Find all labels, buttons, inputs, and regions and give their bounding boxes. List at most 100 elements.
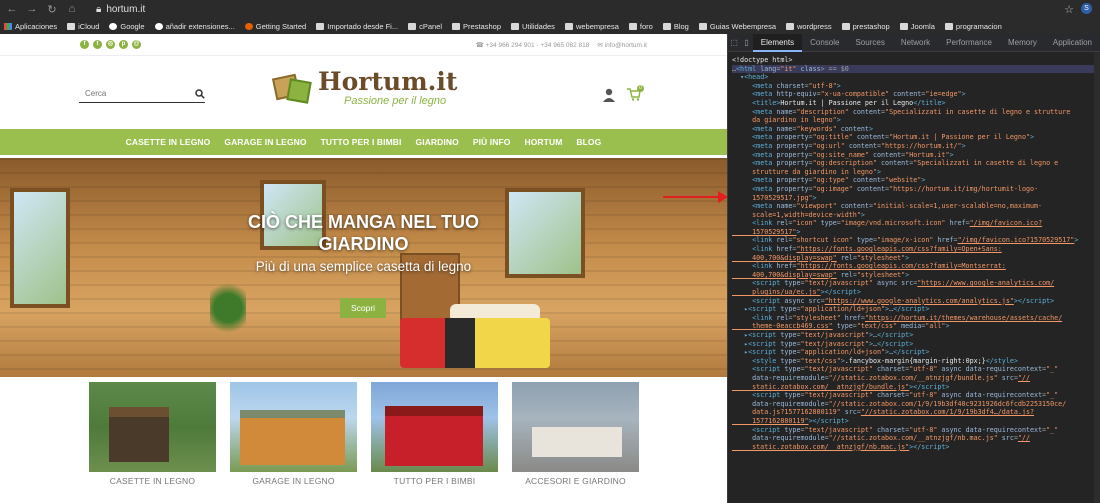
dom-tree[interactable]: <!doctype html> …<html lang="it" class> … xyxy=(728,52,1100,451)
main-nav: CASETTE IN LEGNO GARAGE IN LEGNO TUTTO P… xyxy=(0,129,727,155)
tab-application[interactable]: Application xyxy=(1045,34,1100,52)
bookmark-item[interactable]: Importado desde Fi... xyxy=(316,22,398,31)
bookmark-item[interactable]: añadir extensiones... xyxy=(154,22,235,31)
category-card[interactable]: TUTTO PER I BIMBI xyxy=(371,382,498,486)
browser-chrome: ← → ↻ ⌂ 🔒︎ hortum.it ☆ S Aplicaciones iC… xyxy=(0,0,1100,34)
hero-cta-button[interactable]: Scopri xyxy=(340,298,386,318)
address-bar[interactable]: 🔒︎ hortum.it xyxy=(96,4,145,15)
devtools-tabs: ⬚ ▯ Elements Console Sources Network Per… xyxy=(728,33,1100,52)
nav-item-garage[interactable]: GARAGE IN LEGNO xyxy=(224,137,306,147)
search-icon[interactable] xyxy=(195,88,205,99)
bookmark-item[interactable]: Prestashop xyxy=(452,22,501,31)
bookmark-item[interactable]: programacion xyxy=(944,22,1002,31)
cart-count-badge: 0 xyxy=(637,85,644,92)
bookmark-item[interactable]: Google xyxy=(109,22,145,31)
website-viewport: f t ◎ p @ ☎ +34 966 294 901 · +34 965 08… xyxy=(0,34,727,503)
annotation-arrow xyxy=(663,191,728,203)
hero-plant xyxy=(210,278,246,338)
reload-icon[interactable]: ↻ xyxy=(46,3,58,16)
top-bar: f t ◎ p @ ☎ +34 966 294 901 · +34 965 08… xyxy=(0,34,727,56)
extension-icon[interactable]: S xyxy=(1081,3,1092,14)
category-grid: CASETTE IN LEGNO GARAGE IN LEGNO TUTTO P… xyxy=(0,382,727,486)
site-header: Hortum.it Passione per il legno 0 xyxy=(0,56,727,129)
bookmark-item[interactable]: foro xyxy=(628,22,653,31)
folder-icon xyxy=(628,22,637,30)
folder-icon xyxy=(786,22,794,30)
inspect-icon[interactable]: ⬚ xyxy=(728,38,740,47)
folder-icon xyxy=(511,22,519,30)
hero-subtitle: Più di una semplice casetta di legno xyxy=(255,259,472,274)
nav-item-blog[interactable]: BLOG xyxy=(576,137,601,147)
category-card[interactable]: CASETTE IN LEGNO xyxy=(89,382,216,486)
address-row: ← → ↻ ⌂ 🔒︎ hortum.it xyxy=(0,0,1100,18)
phone-numbers[interactable]: ☎ +34 966 294 901 · +34 965 082 818 xyxy=(476,41,590,49)
pinterest-icon[interactable]: p xyxy=(119,40,128,49)
hero-banner: CIÒ CHE MANGA NEL TUO GIARDINO Più di un… xyxy=(0,158,727,377)
tab-sources[interactable]: Sources xyxy=(847,34,892,52)
category-image xyxy=(371,382,498,472)
bookmark-item[interactable]: prestashop xyxy=(841,22,890,31)
contact-info: ☎ +34 966 294 901 · +34 965 082 818 ✉ in… xyxy=(476,41,647,49)
bookmark-star-icon[interactable]: ☆ xyxy=(1064,3,1074,16)
folder-icon xyxy=(944,22,953,30)
search-box xyxy=(79,85,205,103)
nav-item-bimbi[interactable]: TUTTO PER I BIMBI xyxy=(321,137,402,147)
nav-item-giardino[interactable]: GIARDINO xyxy=(416,137,459,147)
hero-title: CIÒ CHE MANGA NEL TUO GIARDINO xyxy=(247,212,479,254)
folder-icon xyxy=(408,22,417,30)
tab-network[interactable]: Network xyxy=(893,34,938,52)
bookmark-item[interactable]: wordpress xyxy=(786,22,832,31)
bookmark-item[interactable]: Getting Started xyxy=(244,22,306,31)
logo-title: Hortum.it xyxy=(318,67,458,96)
instagram-icon[interactable]: ◎ xyxy=(106,40,115,49)
category-image xyxy=(89,382,216,472)
tab-elements[interactable]: Elements xyxy=(752,33,803,52)
tab-console[interactable]: Console xyxy=(802,34,847,52)
social-links: f t ◎ p @ xyxy=(80,40,141,49)
user-icon[interactable] xyxy=(603,88,615,102)
device-toggle-icon[interactable]: ▯ xyxy=(740,38,752,47)
devtools-scrollbar[interactable] xyxy=(1094,52,1100,503)
bookmark-item[interactable]: webempresa xyxy=(564,22,619,31)
bookmarks-bar: Aplicaciones iCloud Google añadir extens… xyxy=(0,18,1100,34)
bookmark-item[interactable]: Utilidades xyxy=(511,22,555,31)
nav-item-info[interactable]: PIÙ INFO xyxy=(473,137,511,147)
forward-icon[interactable]: → xyxy=(26,3,38,15)
nav-item-casette[interactable]: CASETTE IN LEGNO xyxy=(126,137,211,147)
tab-memory[interactable]: Memory xyxy=(1000,34,1045,52)
tab-performance[interactable]: Performance xyxy=(938,34,1000,52)
site-logo[interactable]: Hortum.it Passione per il legno xyxy=(271,67,458,108)
logo-mark xyxy=(271,68,314,108)
folder-icon xyxy=(698,22,707,30)
folder-icon xyxy=(841,22,850,30)
facebook-icon[interactable]: f xyxy=(80,40,89,49)
url-text: hortum.it xyxy=(106,3,146,15)
logo-tagline: Passione per il legno xyxy=(344,95,447,107)
devtools-panel: ⬚ ▯ Elements Console Sources Network Per… xyxy=(727,33,1100,503)
home-icon[interactable]: ⌂ xyxy=(66,3,78,15)
search-input[interactable] xyxy=(79,89,179,98)
email-link[interactable]: ✉ info@hortum.it xyxy=(597,41,647,49)
category-card[interactable]: GARAGE IN LEGNO xyxy=(230,382,357,486)
bookmark-item[interactable]: Joomla xyxy=(899,22,935,31)
category-card[interactable]: ACCESORI E GIARDINO xyxy=(512,382,639,486)
folder-icon xyxy=(564,22,573,30)
twitter-icon[interactable]: t xyxy=(93,40,102,49)
nav-item-hortum[interactable]: HORTUM xyxy=(524,137,562,147)
category-image xyxy=(512,382,639,472)
hero-bed xyxy=(400,318,550,368)
back-icon[interactable]: ← xyxy=(6,3,18,15)
google-icon xyxy=(154,22,163,30)
bookmark-item[interactable]: cPanel xyxy=(408,22,442,31)
bookmark-item[interactable]: Aplicaciones xyxy=(4,22,57,31)
bookmark-item[interactable]: Blog xyxy=(662,22,689,31)
email-icon[interactable]: @ xyxy=(132,40,141,49)
google-icon xyxy=(109,22,118,30)
bookmark-item[interactable]: iCloud xyxy=(67,22,99,31)
apple-icon xyxy=(67,22,76,30)
apps-icon xyxy=(4,22,12,30)
folder-icon xyxy=(899,22,908,30)
bookmark-item[interactable]: Guias Webempresa xyxy=(698,22,776,31)
lock-icon: 🔒︎ xyxy=(96,3,102,15)
folder-icon xyxy=(316,22,325,30)
